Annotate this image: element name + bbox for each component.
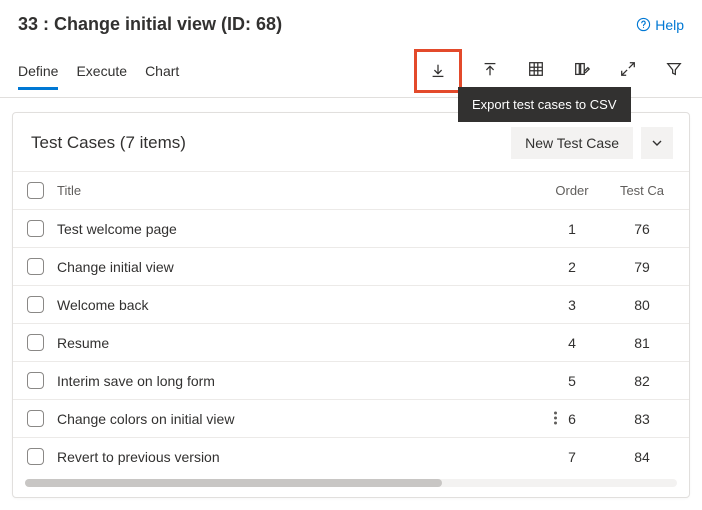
column-test-case[interactable]: Test Ca: [607, 183, 677, 198]
chevron-down-icon: [651, 137, 663, 149]
table-row[interactable]: Change initial view 2 79: [13, 247, 689, 285]
row-tc: 84: [607, 449, 677, 465]
table-row[interactable]: Change colors on initial view 6 83: [13, 399, 689, 437]
download-icon: [429, 62, 447, 80]
row-checkbox[interactable]: [27, 296, 44, 313]
row-tc: 79: [607, 259, 677, 275]
row-tc: 82: [607, 373, 677, 389]
table-header: Title Order Test Ca: [13, 171, 689, 209]
new-test-case-dropdown[interactable]: [641, 127, 673, 159]
help-label: Help: [655, 17, 684, 33]
table-row[interactable]: Test welcome page 1 76: [13, 209, 689, 247]
test-cases-table: Title Order Test Ca Test welcome page 1 …: [13, 171, 689, 475]
horizontal-scrollbar[interactable]: [25, 479, 677, 489]
row-actions-menu[interactable]: [554, 412, 557, 425]
table-row[interactable]: Welcome back 3 80: [13, 285, 689, 323]
tabs: Define Execute Chart: [18, 55, 179, 90]
page-title: 33 : Change initial view (ID: 68): [18, 14, 282, 35]
table-row[interactable]: Interim save on long form 5 82: [13, 361, 689, 399]
row-checkbox[interactable]: [27, 372, 44, 389]
row-checkbox[interactable]: [27, 410, 44, 427]
row-title: Interim save on long form: [57, 373, 537, 389]
row-title: Resume: [57, 335, 537, 351]
row-tc: 80: [607, 297, 677, 313]
tab-execute[interactable]: Execute: [76, 55, 127, 90]
import-button[interactable]: [472, 52, 508, 86]
filter-button[interactable]: [656, 52, 692, 86]
panel-title: Test Cases (7 items): [31, 133, 186, 153]
upload-icon: [481, 60, 499, 78]
columns-edit-icon: [573, 60, 591, 78]
table-row[interactable]: Resume 4 81: [13, 323, 689, 361]
row-order: 4: [537, 335, 607, 351]
column-title[interactable]: Title: [57, 183, 537, 198]
new-test-case-button[interactable]: New Test Case: [511, 127, 633, 159]
row-title: Revert to previous version: [57, 449, 537, 465]
tab-define[interactable]: Define: [18, 55, 58, 90]
row-checkbox[interactable]: [27, 220, 44, 237]
row-checkbox[interactable]: [27, 334, 44, 351]
column-options-button[interactable]: [564, 52, 600, 86]
row-tc: 81: [607, 335, 677, 351]
row-title: Change initial view: [57, 259, 537, 275]
row-title: Welcome back: [57, 297, 537, 313]
row-title: Test welcome page: [57, 221, 537, 237]
help-link[interactable]: Help: [636, 17, 684, 33]
test-cases-panel: Test Cases (7 items) New Test Case Title…: [12, 112, 690, 498]
row-order: 6: [537, 411, 607, 427]
tab-chart[interactable]: Chart: [145, 55, 179, 90]
grid-view-button[interactable]: [518, 52, 554, 86]
expand-icon: [619, 60, 637, 78]
table-row[interactable]: Revert to previous version 7 84: [13, 437, 689, 475]
column-order[interactable]: Order: [537, 183, 607, 198]
row-order: 7: [537, 449, 607, 465]
row-title: Change colors on initial view: [57, 411, 537, 427]
row-order: 2: [537, 259, 607, 275]
row-order: 5: [537, 373, 607, 389]
row-tc: 76: [607, 221, 677, 237]
export-csv-button[interactable]: [414, 49, 462, 93]
row-tc: 83: [607, 411, 677, 427]
row-checkbox[interactable]: [27, 448, 44, 465]
row-checkbox[interactable]: [27, 258, 44, 275]
grid-icon: [527, 60, 545, 78]
export-tooltip: Export test cases to CSV: [458, 87, 631, 122]
row-order: 3: [537, 297, 607, 313]
filter-icon: [665, 60, 683, 78]
select-all-checkbox[interactable]: [27, 182, 44, 199]
fullscreen-button[interactable]: [610, 52, 646, 86]
help-icon: [636, 17, 651, 32]
row-order: 1: [537, 221, 607, 237]
